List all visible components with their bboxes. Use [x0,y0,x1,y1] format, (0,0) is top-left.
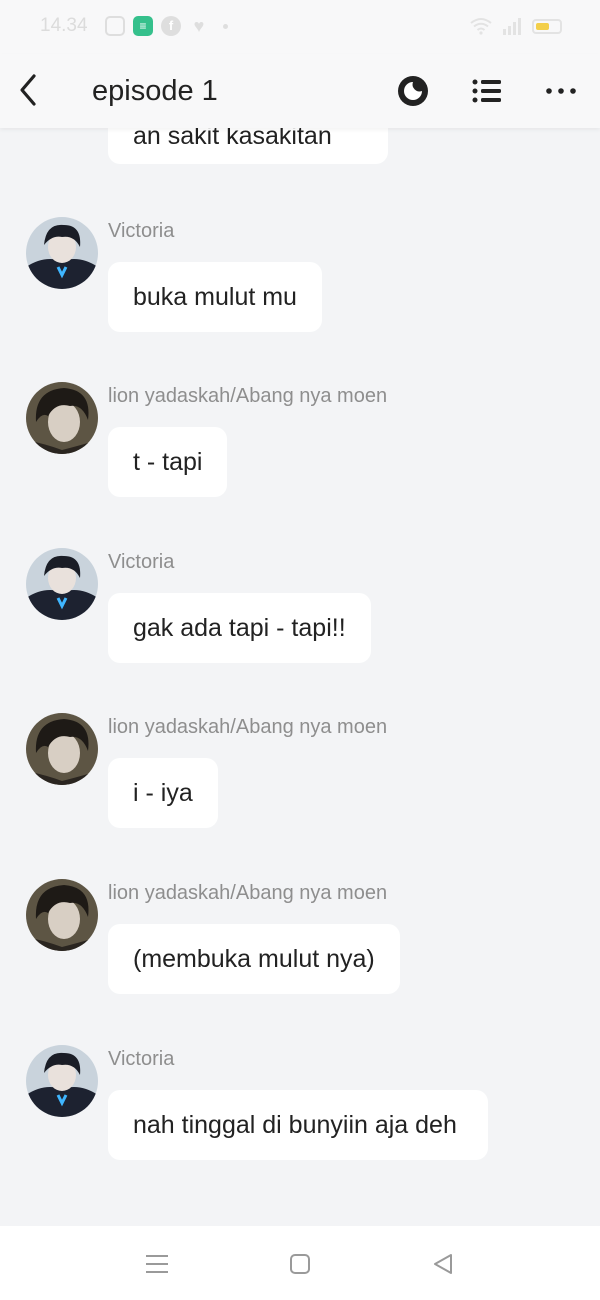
instagram-icon [105,16,125,36]
sender-name: lion yadaskah/Abang nya moen [108,385,388,407]
facebook-icon: f [161,16,181,36]
lion-avatar[interactable] [26,382,98,454]
theme-toggle-icon [398,76,428,106]
back-triangle-icon [434,1254,452,1274]
home-square-icon [290,1254,310,1274]
status-time: 14.34 [40,15,88,36]
sender-name: lion yadaskah/Abang nya moen [108,882,388,904]
chat-area[interactable]: an sakit kasakitan Victoria buka mulut m… [0,128,600,1226]
message-text: t - tapi [133,448,203,476]
message-text: nah tinggal di bunyiin aja deh [133,1111,457,1139]
sender-name: lion yadaskah/Abang nya moen [108,716,388,738]
message-bubble: buka mulut mu [108,262,322,332]
heart-icon: ♥ [193,16,205,36]
message-text: an sakit kasakitan [133,128,332,150]
sender-name: Victoria [108,220,175,242]
signal-icon [502,17,522,35]
message-bubble: t - tapi [108,427,228,497]
more-dots-icon [546,88,576,94]
app-notification-icon: ≡ [133,16,153,36]
message-text: (membuka mulut nya) [133,945,375,973]
list-icon [472,79,501,103]
message-text: buka mulut mu [133,283,297,311]
header-bar: episode 1 [0,54,600,128]
message-bubble: gak ada tapi - tapi!! [108,593,371,663]
lion-avatar[interactable] [26,879,98,951]
message-text: i - iya [133,779,193,807]
victoria-avatar[interactable] [26,217,98,289]
chapter-list-button[interactable] [470,74,504,108]
theme-toggle-button[interactable] [396,74,430,108]
victoria-avatar[interactable] [26,548,98,620]
victoria-avatar[interactable] [26,1045,98,1117]
lion-avatar[interactable] [26,713,98,785]
wifi-icon [470,17,492,35]
message-text: gak ada tapi - tapi!! [133,614,346,642]
home-button[interactable] [286,1250,314,1278]
message-bubble: an sakit kasakitan [108,128,388,164]
notification-icons: ≡ f ♥ [105,16,228,36]
page-title: episode 1 [92,75,218,107]
message-bubble: i - iya [108,758,218,828]
system-back-button[interactable] [430,1250,458,1278]
sender-name: Victoria [108,551,175,573]
system-icons [470,17,562,35]
dot-icon [223,23,228,29]
menu-icon [146,1255,168,1273]
back-arrow-icon [20,74,36,106]
battery-fill [536,23,550,30]
system-nav-bar [0,1226,600,1300]
battery-icon [532,19,562,34]
back-button[interactable] [14,72,44,108]
sender-name: Victoria [108,1048,175,1070]
recent-apps-button[interactable] [143,1250,171,1278]
message-bubble: (membuka mulut nya) [108,924,400,994]
message-bubble: nah tinggal di bunyiin aja deh [108,1090,488,1160]
status-bar: 14.34 ≡ f ♥ [0,0,600,54]
more-options-button[interactable] [544,74,578,108]
